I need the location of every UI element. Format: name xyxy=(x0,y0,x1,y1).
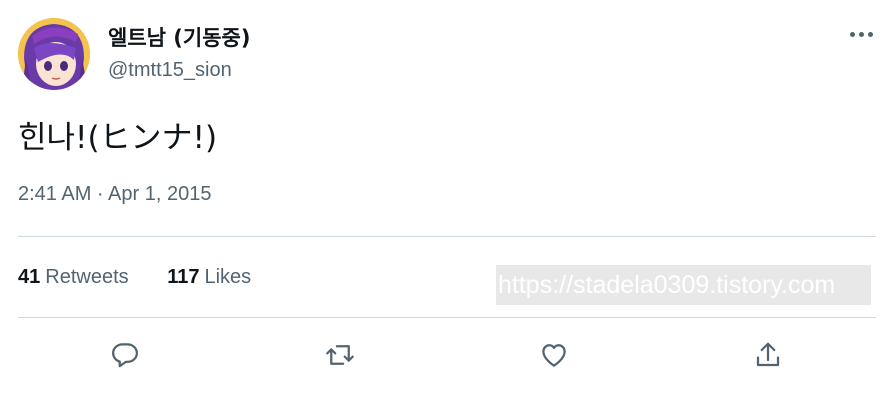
action-bar xyxy=(0,333,894,377)
more-horizontal-icon xyxy=(867,31,873,37)
heart-icon xyxy=(542,344,566,367)
tweet-text: 힌나!(ヒンナ!) xyxy=(18,120,218,156)
reply-button[interactable] xyxy=(103,333,147,377)
likes-count: 117 xyxy=(167,266,200,288)
tweet-timestamp[interactable]: 2:41 AM · Apr 1, 2015 xyxy=(18,183,211,206)
divider xyxy=(18,317,876,318)
avatar[interactable] xyxy=(18,18,90,90)
share-icon xyxy=(756,342,780,367)
retweet-icon xyxy=(326,345,354,365)
more-options-button[interactable] xyxy=(843,20,879,48)
likes-label: Likes xyxy=(204,266,252,288)
retweet-button[interactable] xyxy=(318,333,362,377)
tweet-detail: 엘트남 (기동중) @tmtt15_sion 힌나!(ヒンナ!) 2:41 AM… xyxy=(0,0,894,409)
retweets-count: 41 xyxy=(18,266,41,288)
share-button[interactable] xyxy=(746,333,790,377)
user-handle[interactable]: @tmtt15_sion xyxy=(108,59,232,82)
avatar-image xyxy=(18,18,90,90)
more-horizontal-icon xyxy=(849,31,855,37)
divider xyxy=(18,236,876,237)
retweets-label: Retweets xyxy=(45,266,129,288)
retweets-stat[interactable]: 41 Retweets xyxy=(18,266,129,289)
reply-icon xyxy=(112,343,138,368)
watermark: https://stadela0309.tistory.com xyxy=(496,265,871,305)
likes-stat[interactable]: 117 Likes xyxy=(167,266,251,289)
engagement-stats: 41 Retweets 117 Likes xyxy=(18,266,284,289)
display-name[interactable]: 엘트남 (기동중) xyxy=(108,22,250,52)
more-horizontal-icon xyxy=(858,31,864,37)
like-button[interactable] xyxy=(532,333,576,377)
